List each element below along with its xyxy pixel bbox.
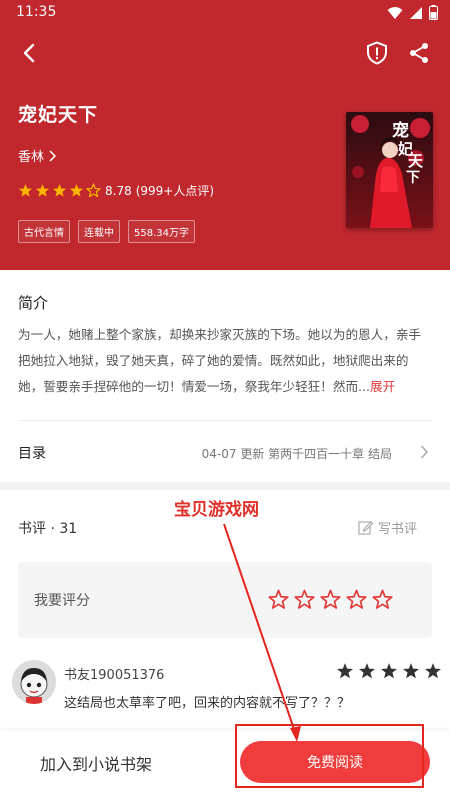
book-title: 宠妃天下 <box>18 104 99 126</box>
svg-text:天: 天 <box>408 152 424 170</box>
battery-icon <box>429 5 438 20</box>
toc-label: 目录 <box>18 446 46 462</box>
star-filled-icon <box>69 183 84 197</box>
svg-text:下: 下 <box>406 170 420 186</box>
rate-stars <box>268 589 393 610</box>
chevron-right-icon <box>49 149 57 162</box>
share-button[interactable] <box>404 38 434 68</box>
top-bar <box>0 30 450 76</box>
edit-icon <box>358 521 373 535</box>
tag-word-count: 558.34万字 <box>128 220 195 243</box>
divider <box>18 420 432 421</box>
rating-score: 8.78 <box>105 183 132 198</box>
back-arrow-icon <box>23 43 35 63</box>
write-review-label: 写书评 <box>378 522 418 537</box>
toc-latest-chapter: 04-07 更新 第两千四百一十章 结局 <box>201 447 392 461</box>
book-header: 11:35 宠妃天下 香林 8.78 (999+人点评) 古代言情 连载中 55… <box>0 0 450 270</box>
intro-heading: 简介 <box>18 294 49 312</box>
book-tags: 古代言情 连载中 558.34万字 <box>18 220 195 243</box>
star-filled-icon <box>18 183 33 197</box>
status-bar: 11:35 <box>0 0 450 28</box>
star-outline-icon[interactable] <box>372 589 393 610</box>
wifi-icon <box>387 6 403 19</box>
book-cover[interactable]: 宠 妃 天 下 <box>346 112 433 228</box>
cover-illustration: 宠 妃 天 下 <box>346 112 433 228</box>
toc-row[interactable]: 目录 04-07 更新 第两千四百一十章 结局 <box>0 432 450 472</box>
author-name: 香林 <box>18 150 45 165</box>
rating-stars <box>18 183 101 198</box>
avatar[interactable] <box>12 660 56 704</box>
rate-box: 我要评分 <box>18 562 432 638</box>
write-review-button[interactable]: 写书评 <box>358 518 417 537</box>
star-filled-icon <box>359 663 375 679</box>
signal-icon <box>410 6 422 19</box>
star-outline-icon[interactable] <box>346 589 367 610</box>
star-outline-icon[interactable] <box>268 589 289 610</box>
star-filled-icon <box>52 183 67 197</box>
report-button[interactable] <box>362 38 392 68</box>
rating-row: 8.78 (999+人点评) <box>18 182 214 199</box>
avatar-illustration <box>12 660 56 704</box>
rating-count: (999+人点评) <box>135 184 215 198</box>
cover-title: 宠 <box>392 120 409 141</box>
tag-status: 连载中 <box>78 220 120 243</box>
review-username[interactable]: 书友190051376 <box>64 664 164 683</box>
chevron-right-icon <box>420 445 428 459</box>
star-filled-icon <box>35 183 50 197</box>
watermark: 宝贝游戏网 <box>174 500 259 520</box>
add-to-shelf-button[interactable]: 加入到小说书架 <box>40 751 152 775</box>
tag-genre[interactable]: 古代言情 <box>18 220 70 243</box>
status-icons <box>387 5 438 20</box>
star-filled-icon <box>403 663 419 679</box>
free-read-label: 免费阅读 <box>307 755 363 771</box>
author-link[interactable]: 香林 <box>18 146 57 165</box>
status-time: 11:35 <box>16 4 57 20</box>
back-button[interactable] <box>14 38 44 68</box>
star-outline-icon[interactable] <box>320 589 341 610</box>
star-filled-icon <box>381 663 397 679</box>
star-outline-icon[interactable] <box>294 589 315 610</box>
bottom-action-bar: 加入到小说书架 免费阅读 <box>0 730 450 800</box>
intro-body: 为一人，她赌上整个家族，却换来抄家灭族的下场。她以为的恩人，亲手把她拉入地狱，毁… <box>18 327 421 394</box>
review-text[interactable]: 这结局也太草率了吧，回来的内容就不写了？？？ <box>64 692 350 711</box>
star-filled-icon <box>337 663 353 679</box>
star-outline-icon <box>86 183 101 198</box>
reviews-heading: 书评 · 31 <box>18 521 78 537</box>
expand-link[interactable]: 展开 <box>370 379 395 394</box>
rate-label: 我要评分 <box>34 593 90 609</box>
free-read-button[interactable]: 免费阅读 <box>240 741 430 783</box>
star-filled-icon <box>425 663 441 679</box>
intro-text: 为一人，她赌上整个家族，却换来抄家灭族的下场。她以为的恩人，亲手把她拉入地狱，毁… <box>18 322 430 400</box>
share-icon <box>410 43 428 63</box>
review-stars <box>336 662 442 680</box>
shield-alert-icon <box>367 41 387 65</box>
